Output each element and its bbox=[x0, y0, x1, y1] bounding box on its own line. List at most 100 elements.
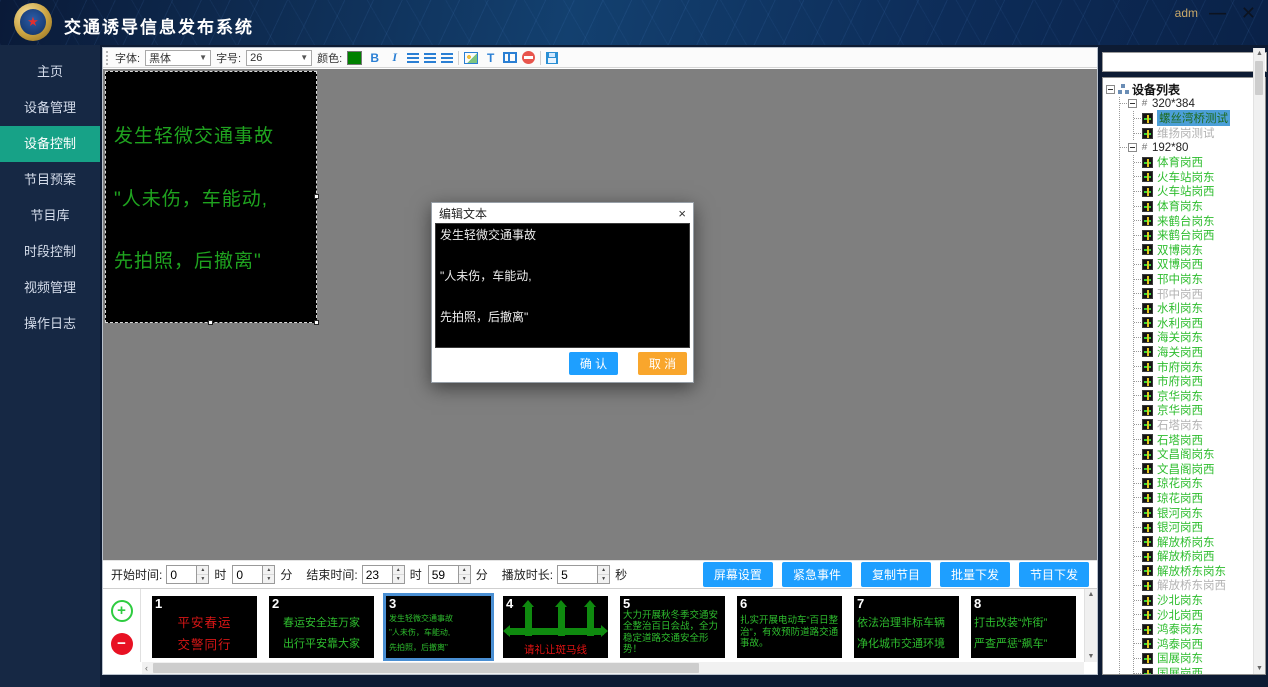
start-minute-input[interactable] bbox=[232, 565, 262, 584]
screen-settings-button[interactable]: 屏幕设置 bbox=[703, 562, 773, 587]
playlist-item[interactable]: 1平安春运交警同行 bbox=[152, 596, 257, 658]
device-node[interactable]: 银河岗东 bbox=[1134, 505, 1251, 520]
align-left-icon[interactable] bbox=[407, 53, 419, 63]
align-center-icon[interactable] bbox=[424, 53, 436, 63]
confirm-button[interactable]: 确 认 bbox=[569, 352, 618, 375]
device-node[interactable]: 海关岗东 bbox=[1134, 330, 1251, 345]
end-minute-input[interactable] bbox=[428, 565, 458, 584]
tree-root-row[interactable]: 设备列表 bbox=[1106, 82, 1251, 97]
device-node[interactable]: 市府岗西 bbox=[1134, 374, 1251, 389]
device-node[interactable]: 京华岗东 bbox=[1134, 388, 1251, 403]
no-entry-sign-icon[interactable] bbox=[522, 51, 535, 64]
scroll-up-icon[interactable]: ▲ bbox=[1088, 590, 1095, 599]
sidebar-item[interactable]: 节目库 bbox=[0, 198, 100, 234]
end-hour-input[interactable] bbox=[362, 565, 392, 584]
tree-group-row[interactable]: #192*80 bbox=[1120, 140, 1251, 155]
collapse-icon[interactable] bbox=[1106, 85, 1115, 94]
device-node[interactable]: 双博岗西 bbox=[1134, 257, 1251, 272]
sidebar-item[interactable]: 主页 bbox=[0, 54, 100, 90]
emergency-event-button[interactable]: 紧急事件 bbox=[782, 562, 852, 587]
playlist-vertical-scrollbar[interactable]: ▲ ▼ bbox=[1084, 589, 1097, 662]
tree-group-row[interactable]: #320*384 bbox=[1120, 97, 1251, 112]
device-node[interactable]: 石塔岗西 bbox=[1134, 432, 1251, 447]
cancel-button[interactable]: 取 消 bbox=[638, 352, 687, 375]
sidebar-item[interactable]: 节目预案 bbox=[0, 162, 100, 198]
device-node[interactable]: 邗中岗西 bbox=[1134, 286, 1251, 301]
resize-handle-bottom[interactable] bbox=[208, 320, 213, 325]
playlist-item[interactable]: 2春运安全连万家出行平安靠大家 bbox=[269, 596, 374, 658]
device-node[interactable]: 解放桥岗西 bbox=[1134, 549, 1251, 564]
device-node[interactable]: 海关岗西 bbox=[1134, 345, 1251, 360]
start-minute-stepper[interactable]: ▲▼ bbox=[262, 565, 275, 584]
start-hour-stepper[interactable]: ▲▼ bbox=[196, 565, 209, 584]
font-select[interactable]: 黑体 ▼ bbox=[145, 50, 211, 66]
sidebar-item[interactable]: 时段控制 bbox=[0, 234, 100, 270]
device-node[interactable]: 水利岗东 bbox=[1134, 301, 1251, 316]
device-node[interactable]: 双博岗东 bbox=[1134, 243, 1251, 258]
sidebar-item[interactable]: 视频管理 bbox=[0, 270, 100, 306]
sidebar-item[interactable]: 设备控制 bbox=[0, 126, 100, 162]
device-node[interactable]: 鸿泰岗西 bbox=[1134, 637, 1251, 652]
tree-scrollbar[interactable]: ▲ ▼ bbox=[1253, 48, 1265, 674]
fontsize-select[interactable]: 26 ▼ bbox=[246, 50, 312, 66]
device-node[interactable]: 京华岗西 bbox=[1134, 403, 1251, 418]
playlist-item[interactable]: 4请礼让斑马线 bbox=[503, 596, 608, 658]
device-search-input[interactable] bbox=[1102, 52, 1267, 72]
device-node[interactable]: 市府岗东 bbox=[1134, 359, 1251, 374]
dialog-close-icon[interactable]: × bbox=[678, 206, 686, 221]
device-node[interactable]: 螺丝湾桥测试 bbox=[1134, 111, 1251, 126]
scroll-down-icon[interactable]: ▼ bbox=[1088, 652, 1095, 661]
playlist-item[interactable]: 5大力开展秋冬季交通安全整治百日会战，全力稳定道路交通安全形势！ bbox=[620, 596, 725, 658]
close-button[interactable]: ✕ bbox=[1241, 2, 1256, 24]
device-node[interactable]: 邗中岗东 bbox=[1134, 272, 1251, 287]
device-node[interactable]: 国展岗西 bbox=[1134, 666, 1251, 675]
playlist-item[interactable]: 7依法治理非标车辆净化城市交通环境 bbox=[854, 596, 959, 658]
batch-send-button[interactable]: 批量下发 bbox=[940, 562, 1010, 587]
device-node[interactable]: 解放桥东岗东 bbox=[1134, 564, 1251, 579]
scroll-up-icon[interactable]: ▲ bbox=[1256, 49, 1263, 58]
device-node[interactable]: 琼花岗西 bbox=[1134, 491, 1251, 506]
sidebar-item[interactable]: 设备管理 bbox=[0, 90, 100, 126]
insert-image-icon[interactable] bbox=[464, 52, 478, 64]
collapse-icon[interactable] bbox=[1128, 143, 1137, 152]
sidebar-item[interactable]: 操作日志 bbox=[0, 306, 100, 342]
led-preview[interactable]: 发生轻微交通事故 "人未伤，车能动, 先拍照，后撤离" bbox=[105, 71, 317, 323]
device-node[interactable]: 解放桥东岗西 bbox=[1134, 578, 1251, 593]
device-node[interactable]: 来鹤台岗东 bbox=[1134, 213, 1251, 228]
playlist-horizontal-scrollbar[interactable]: ‹ bbox=[142, 662, 1084, 674]
device-node[interactable]: 沙北岗东 bbox=[1134, 593, 1251, 608]
end-hour-stepper[interactable]: ▲▼ bbox=[392, 565, 405, 584]
device-node[interactable]: 鸿泰岗东 bbox=[1134, 622, 1251, 637]
add-program-button[interactable]: + bbox=[111, 600, 133, 622]
device-node[interactable]: 文昌阁岗西 bbox=[1134, 461, 1251, 476]
device-node[interactable]: 石塔岗东 bbox=[1134, 418, 1251, 433]
playlist-item[interactable]: 3发生轻微交通事故"人未伤，车能动,先拍照，后撤离" bbox=[386, 596, 491, 658]
resize-handle-corner[interactable] bbox=[314, 320, 319, 325]
playlist-item[interactable]: 8打击改装“炸街”严查严惩“飙车” bbox=[971, 596, 1076, 658]
device-node[interactable]: 来鹤台岗西 bbox=[1134, 228, 1251, 243]
device-node[interactable]: 体育岗东 bbox=[1134, 199, 1251, 214]
device-node[interactable]: 火车站岗东 bbox=[1134, 170, 1251, 185]
save-icon[interactable] bbox=[546, 52, 558, 64]
copy-program-button[interactable]: 复制节目 bbox=[861, 562, 931, 587]
device-node[interactable]: 水利岗西 bbox=[1134, 316, 1251, 331]
device-node[interactable]: 体育岗西 bbox=[1134, 155, 1251, 170]
scroll-left-icon[interactable]: ‹ bbox=[142, 664, 151, 673]
playlist-item[interactable]: 6扎实开展电动车“百日整治”，有效预防道路交通事故。 bbox=[737, 596, 842, 658]
remove-program-button[interactable]: − bbox=[111, 633, 133, 655]
device-node[interactable]: 火车站岗西 bbox=[1134, 184, 1251, 199]
scrollbar-thumb[interactable] bbox=[153, 663, 699, 673]
bold-button[interactable]: B bbox=[367, 51, 382, 65]
device-node[interactable]: 维扬岗测试 bbox=[1134, 126, 1251, 141]
end-minute-stepper[interactable]: ▲▼ bbox=[458, 565, 471, 584]
align-right-icon[interactable] bbox=[441, 53, 453, 63]
device-node[interactable]: 文昌阁岗东 bbox=[1134, 447, 1251, 462]
device-node[interactable]: 银河岗西 bbox=[1134, 520, 1251, 535]
device-node[interactable]: 解放桥岗东 bbox=[1134, 534, 1251, 549]
tree-scrollbar-thumb[interactable] bbox=[1255, 61, 1263, 95]
collapse-icon[interactable] bbox=[1128, 99, 1137, 108]
duration-stepper[interactable]: ▲▼ bbox=[597, 565, 610, 584]
color-swatch[interactable] bbox=[347, 51, 362, 65]
minimize-button[interactable]: — bbox=[1209, 2, 1226, 24]
device-node[interactable]: 国展岗东 bbox=[1134, 651, 1251, 666]
